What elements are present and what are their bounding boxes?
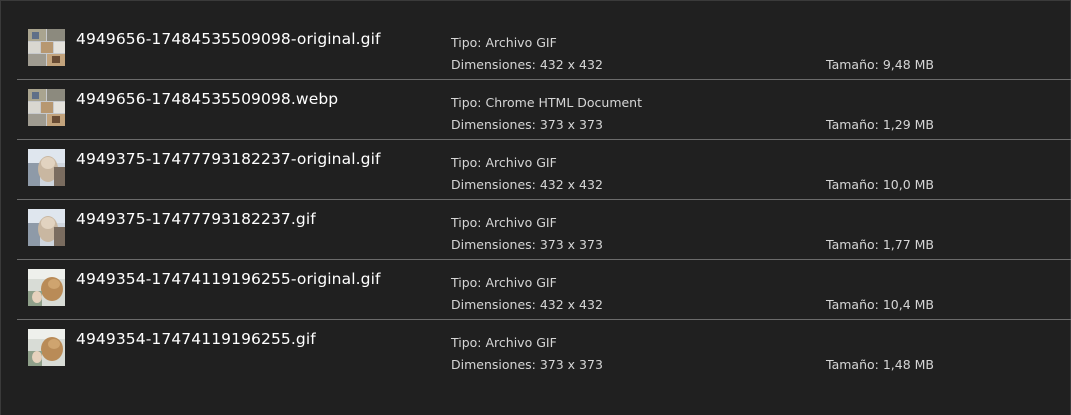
file-name: 4949656-17484535509098-original.gif	[76, 30, 381, 48]
collage-thumbnail	[28, 89, 65, 126]
file-size: Tamaño: 9,48 MB	[826, 57, 934, 72]
file-dimensions: Dimensiones: 373 x 373	[451, 117, 603, 132]
file-name: 4949375-17477793182237.gif	[76, 210, 316, 228]
file-size: Tamaño: 1,29 MB	[826, 117, 934, 132]
file-type: Tipo: Archivo GIF	[451, 275, 557, 290]
file-explorer-window: 4949656-17484535509098-original.gif Tipo…	[0, 0, 1071, 415]
dog-thumbnail	[28, 269, 65, 306]
file-row[interactable]: 4949375-17477793182237.gif Tipo: Archivo…	[17, 200, 1071, 260]
file-size: Tamaño: 10,0 MB	[826, 177, 934, 192]
file-name: 4949354-17474119196255.gif	[76, 330, 316, 348]
file-row[interactable]: 4949354-17474119196255-original.gif Tipo…	[17, 260, 1071, 320]
collage-thumbnail	[28, 29, 65, 66]
file-dimensions: Dimensiones: 373 x 373	[451, 357, 603, 372]
window-left-border	[0, 1, 1, 415]
file-size: Tamaño: 10,4 MB	[826, 297, 934, 312]
file-row[interactable]: 4949656-17484535509098-original.gif Tipo…	[17, 20, 1071, 80]
portrait-thumbnail	[28, 209, 65, 246]
file-dimensions: Dimensiones: 373 x 373	[451, 237, 603, 252]
file-list: 4949656-17484535509098-original.gif Tipo…	[17, 20, 1071, 380]
file-type: Tipo: Chrome HTML Document	[451, 95, 643, 110]
file-type: Tipo: Archivo GIF	[451, 35, 557, 50]
file-name: 4949375-17477793182237-original.gif	[76, 150, 381, 168]
file-dimensions: Dimensiones: 432 x 432	[451, 57, 603, 72]
file-dimensions: Dimensiones: 432 x 432	[451, 297, 603, 312]
file-size: Tamaño: 1,48 MB	[826, 357, 934, 372]
dog-thumbnail	[28, 329, 65, 366]
file-size: Tamaño: 1,77 MB	[826, 237, 934, 252]
file-type: Tipo: Archivo GIF	[451, 335, 557, 350]
file-row[interactable]: 4949656-17484535509098.webp Tipo: Chrome…	[17, 80, 1071, 140]
file-type: Tipo: Archivo GIF	[451, 215, 557, 230]
file-row[interactable]: 4949354-17474119196255.gif Tipo: Archivo…	[17, 320, 1071, 380]
file-type: Tipo: Archivo GIF	[451, 155, 557, 170]
portrait-thumbnail	[28, 149, 65, 186]
file-dimensions: Dimensiones: 432 x 432	[451, 177, 603, 192]
file-name: 4949656-17484535509098.webp	[76, 90, 339, 108]
file-row[interactable]: 4949375-17477793182237-original.gif Tipo…	[17, 140, 1071, 200]
file-name: 4949354-17474119196255-original.gif	[76, 270, 381, 288]
